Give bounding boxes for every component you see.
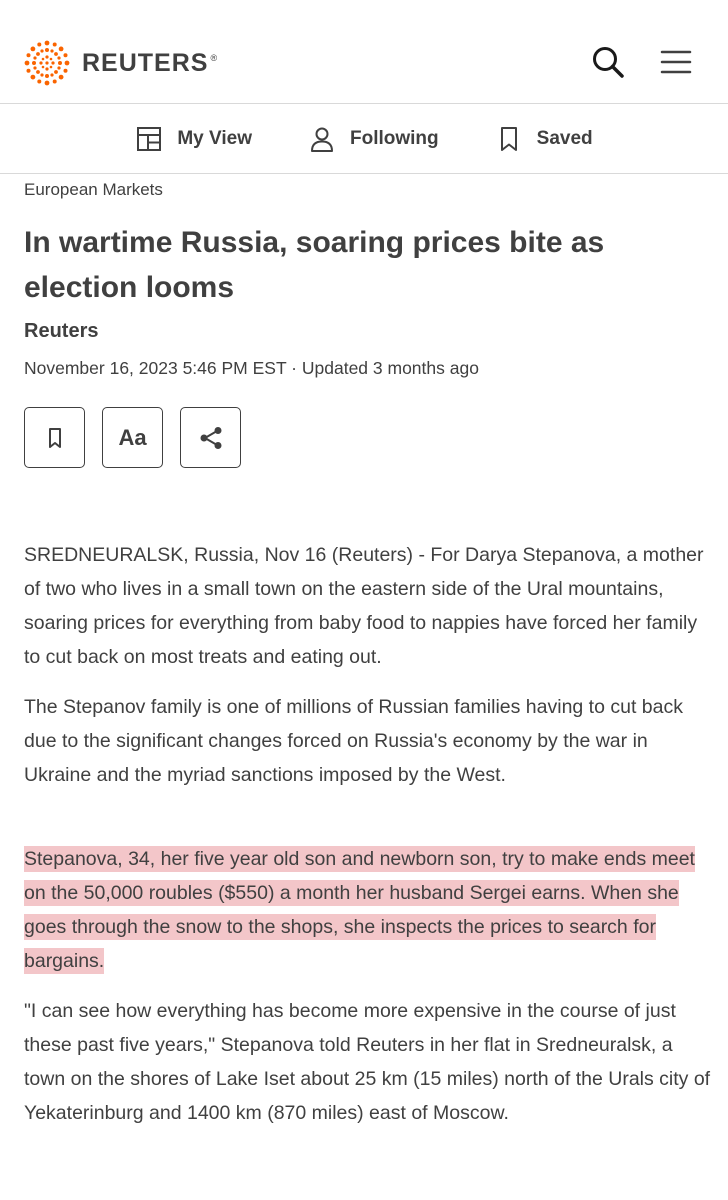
share-icon (200, 426, 221, 449)
article-paragraph: The Stepanov family is one of millions o… (24, 696, 683, 786)
share-button[interactable] (180, 407, 241, 468)
article-paragraph-highlighted: Stepanova, 34, her five year old son and… (24, 842, 714, 978)
nav-my-view-label: My View (177, 127, 252, 149)
bookmark-icon (500, 126, 517, 151)
article-title: In wartime Russia, soaring prices bite a… (24, 226, 605, 304)
article-paragraph: "I can see how everything has become mor… (24, 1000, 711, 1124)
article-tools: Aa (24, 407, 258, 468)
nav-my-view[interactable]: My View (135, 125, 252, 153)
article-byline[interactable]: Reuters (24, 320, 98, 343)
hamburger-menu-icon[interactable] (660, 48, 692, 76)
nav-saved[interactable]: Saved (495, 125, 593, 153)
bookmark-icon (48, 427, 61, 448)
brand-name: REUTERS ® (82, 48, 219, 77)
reuters-logo[interactable]: REUTERS ® (24, 40, 218, 86)
bookmark-button[interactable] (24, 407, 85, 468)
nav-following[interactable]: Following (308, 125, 439, 153)
user-icon (311, 127, 333, 152)
article-dateline: November 16, 2023 5:46 PM EST · Updated … (24, 358, 479, 378)
text-size-label: Aa (118, 424, 147, 450)
sub-navigation: My View Following Saved (0, 104, 728, 174)
highlighted-text: Stepanova, 34, her five year old son and… (24, 846, 695, 974)
search-icon[interactable] (590, 44, 626, 80)
site-header: REUTERS ® (0, 0, 728, 104)
reuters-logo-icon (24, 40, 70, 86)
layout-grid-icon (137, 126, 162, 151)
article-paragraph: SREDNEURALSK, Russia, Nov 16 (Reuters) -… (24, 544, 704, 668)
article-body: SREDNEURALSK, Russia, Nov 16 (Reuters) -… (24, 538, 714, 1146)
article-section-link[interactable]: European Markets (24, 180, 163, 200)
nav-saved-label: Saved (536, 127, 593, 149)
nav-following-label: Following (350, 127, 439, 149)
text-size-button[interactable]: Aa (102, 407, 163, 468)
